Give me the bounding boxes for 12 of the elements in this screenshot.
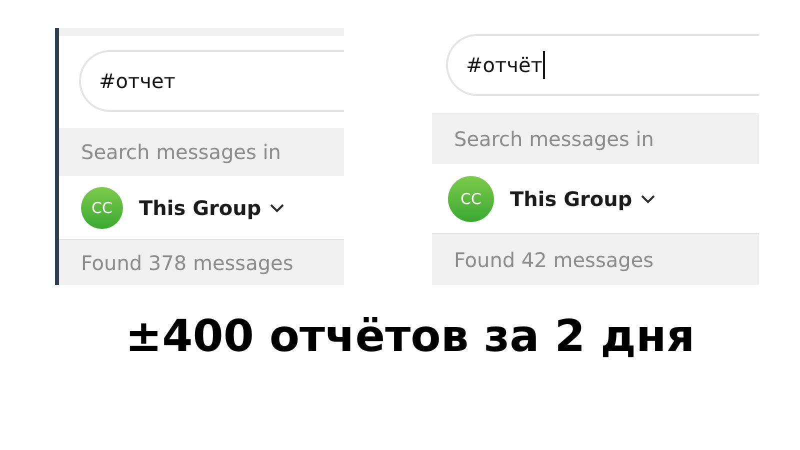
caption: ±400 отчётов за 2 дня <box>124 311 696 362</box>
search-field[interactable]: #отчёт <box>446 34 759 96</box>
chevron-down-icon[interactable] <box>269 202 286 212</box>
group-selector[interactable]: This Group <box>139 196 262 220</box>
scope-label: Search messages in <box>59 128 344 176</box>
chevron-down-icon[interactable] <box>640 194 656 204</box>
group-avatar: CC <box>81 186 123 228</box>
group-selector[interactable]: This Group <box>510 186 632 210</box>
result-count: Found 378 messages <box>59 240 344 285</box>
group-avatar: CC <box>448 176 494 222</box>
result-count: Found 42 messages <box>432 234 759 285</box>
scope-label: Search messages in <box>432 113 759 164</box>
